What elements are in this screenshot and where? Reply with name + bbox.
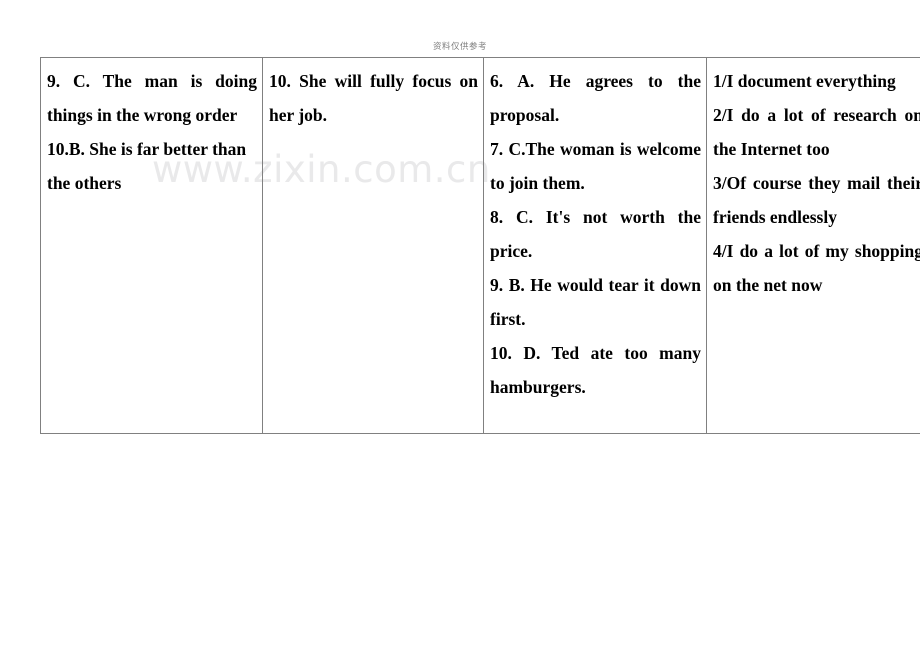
answer-entry: 2/I do a lot of research on the Internet… [713, 105, 920, 159]
answer-entry: 8. C. It's not worth the price. [490, 207, 701, 261]
answer-entry: 4/I do a lot of my shopping on the net n… [713, 241, 920, 295]
answer-entry: 10. D. Ted ate too many hamburgers. [490, 343, 701, 397]
answer-entry: 6. A. He agrees to the proposal. [490, 71, 701, 125]
answer-entry: 9. C. The man is doing things in the wro… [47, 71, 257, 125]
answer-entry: 10.B. She is far better than the others [47, 139, 247, 193]
table-cell-column-3: 6. A. He agrees to the proposal. 7. C.Th… [483, 57, 707, 434]
answer-entry: 10. She will fully focus on her job. [269, 71, 478, 125]
answer-entry: 7. C.The woman is welcome to join them. [490, 139, 701, 193]
page-header-text: 资料仅供参考 [432, 42, 487, 52]
table-cell-column-1: 9. C. The man is doing things in the wro… [40, 57, 263, 434]
answer-entry: 3/Of course they mail their friends endl… [713, 173, 920, 227]
table-cell-column-4: 1/I document everything 2/I do a lot of … [706, 57, 920, 434]
answers-table: 9. C. The man is doing things in the wro… [40, 57, 920, 434]
answer-entry: 1/I document everything [713, 71, 896, 91]
answer-entry: 9. B. He would tear it down first. [490, 275, 701, 329]
table-row: 9. C. The man is doing things in the wro… [40, 57, 920, 434]
table-cell-column-2: 10. She will fully focus on her job. [262, 57, 484, 434]
